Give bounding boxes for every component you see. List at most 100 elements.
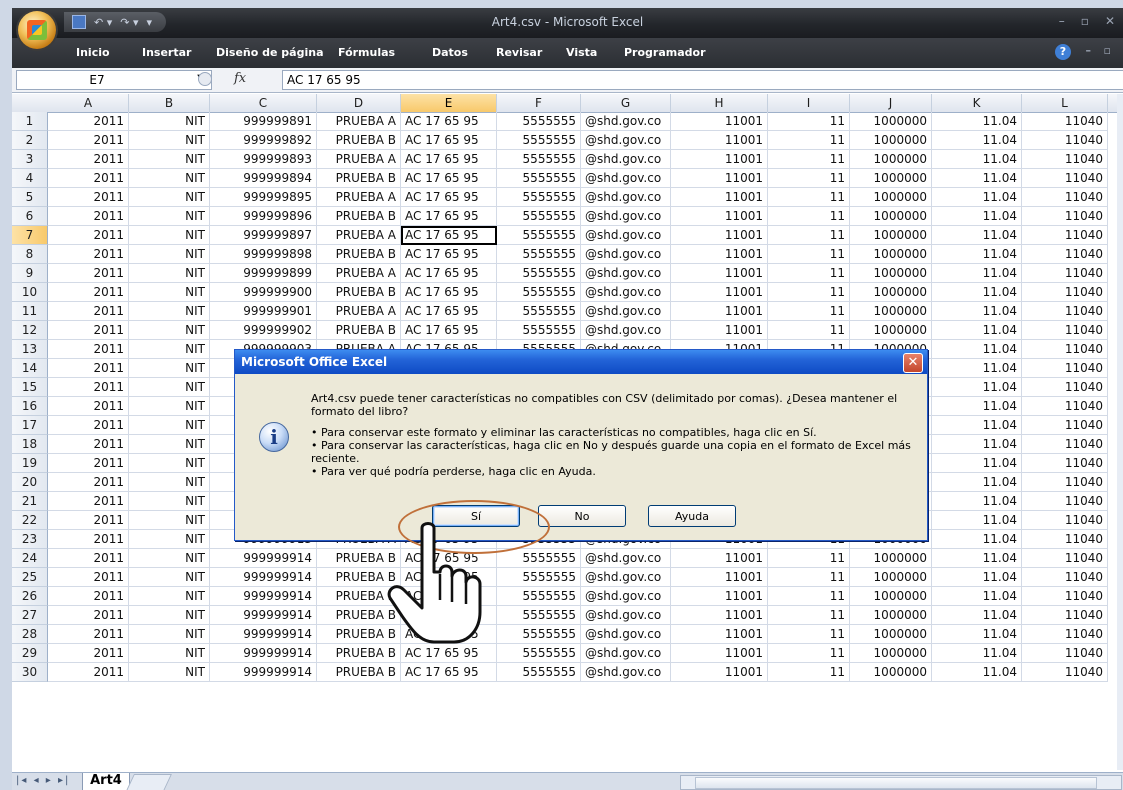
cell-i7[interactable]: 11 [768, 226, 850, 245]
row-header[interactable]: 17 [12, 416, 48, 435]
cell-e9[interactable]: AC 17 65 95 [401, 264, 497, 283]
cell-b27[interactable]: NIT [129, 606, 210, 625]
cell-k17[interactable]: 11.04 [932, 416, 1022, 435]
cell-k12[interactable]: 11.04 [932, 321, 1022, 340]
cell-i1[interactable]: 11 [768, 112, 850, 131]
cell-l7[interactable]: 11040 [1022, 226, 1108, 245]
cell-a5[interactable]: 2011 [48, 188, 129, 207]
cell-f2[interactable]: 5555555 [497, 131, 581, 150]
cell-i12[interactable]: 11 [768, 321, 850, 340]
no-button[interactable]: No [538, 505, 626, 527]
cell-j10[interactable]: 1000000 [850, 283, 932, 302]
row-header[interactable]: 13 [12, 340, 48, 359]
cell-b5[interactable]: NIT [129, 188, 210, 207]
row-header[interactable]: 30 [12, 663, 48, 682]
cell-k18[interactable]: 11.04 [932, 435, 1022, 454]
cell-g11[interactable]: @shd.gov.co [581, 302, 671, 321]
cell-a15[interactable]: 2011 [48, 378, 129, 397]
vertical-scrollbar[interactable] [1117, 94, 1123, 770]
column-header-h[interactable]: H [671, 94, 768, 112]
cell-g3[interactable]: @shd.gov.co [581, 150, 671, 169]
cell-a23[interactable]: 2011 [48, 530, 129, 549]
cell-h11[interactable]: 11001 [671, 302, 768, 321]
cell-k5[interactable]: 11.04 [932, 188, 1022, 207]
cell-h7[interactable]: 11001 [671, 226, 768, 245]
cell-h27[interactable]: 11001 [671, 606, 768, 625]
close-icon[interactable]: ✕ [903, 353, 923, 373]
cell-e5[interactable]: AC 17 65 95 [401, 188, 497, 207]
cell-k2[interactable]: 11.04 [932, 131, 1022, 150]
cell-l27[interactable]: 11040 [1022, 606, 1108, 625]
row-header[interactable]: 11 [12, 302, 48, 321]
cell-g7[interactable]: @shd.gov.co [581, 226, 671, 245]
cell-i4[interactable]: 11 [768, 169, 850, 188]
cell-g5[interactable]: @shd.gov.co [581, 188, 671, 207]
column-header-f[interactable]: F [497, 94, 581, 112]
cell-f29[interactable]: 5555555 [497, 644, 581, 663]
cell-j30[interactable]: 1000000 [850, 663, 932, 682]
cell-b28[interactable]: NIT [129, 625, 210, 644]
cell-e8[interactable]: AC 17 65 95 [401, 245, 497, 264]
cell-k28[interactable]: 11.04 [932, 625, 1022, 644]
cell-k27[interactable]: 11.04 [932, 606, 1022, 625]
close-window-icon[interactable]: ✕ [1105, 14, 1115, 28]
cell-c27[interactable]: 999999914 [210, 606, 317, 625]
cell-k29[interactable]: 11.04 [932, 644, 1022, 663]
cell-g28[interactable]: @shd.gov.co [581, 625, 671, 644]
cell-b20[interactable]: NIT [129, 473, 210, 492]
row-header[interactable]: 24 [12, 549, 48, 568]
row-header[interactable]: 20 [12, 473, 48, 492]
cell-e7[interactable]: AC 17 65 95 [401, 226, 497, 245]
cell-e11[interactable]: AC 17 65 95 [401, 302, 497, 321]
cell-j28[interactable]: 1000000 [850, 625, 932, 644]
cell-a27[interactable]: 2011 [48, 606, 129, 625]
row-header[interactable]: 5 [12, 188, 48, 207]
cell-j9[interactable]: 1000000 [850, 264, 932, 283]
cell-a20[interactable]: 2011 [48, 473, 129, 492]
sheet-tab-art4[interactable]: Art4 [82, 773, 130, 790]
cell-b19[interactable]: NIT [129, 454, 210, 473]
cell-d11[interactable]: PRUEBA A [317, 302, 401, 321]
cell-b18[interactable]: NIT [129, 435, 210, 454]
cell-b1[interactable]: NIT [129, 112, 210, 131]
cell-j1[interactable]: 1000000 [850, 112, 932, 131]
horizontal-scrollbar[interactable] [680, 775, 1122, 790]
cell-f8[interactable]: 5555555 [497, 245, 581, 264]
cell-l13[interactable]: 11040 [1022, 340, 1108, 359]
cell-f9[interactable]: 5555555 [497, 264, 581, 283]
cell-j12[interactable]: 1000000 [850, 321, 932, 340]
cell-c11[interactable]: 999999901 [210, 302, 317, 321]
cell-l23[interactable]: 11040 [1022, 530, 1108, 549]
sheet-navigation-icons[interactable]: |◂ ◂ ▸ ▸| [16, 775, 70, 786]
office-button[interactable] [18, 11, 56, 49]
tab-vista[interactable]: Vista [566, 46, 597, 59]
cell-l16[interactable]: 11040 [1022, 397, 1108, 416]
cell-j5[interactable]: 1000000 [850, 188, 932, 207]
cell-c8[interactable]: 999999898 [210, 245, 317, 264]
cell-i5[interactable]: 11 [768, 188, 850, 207]
ribbon-minimize-icon[interactable]: – [1086, 44, 1092, 57]
cell-j2[interactable]: 1000000 [850, 131, 932, 150]
tab-inicio[interactable]: Inicio [76, 46, 110, 59]
cell-a25[interactable]: 2011 [48, 568, 129, 587]
row-header[interactable]: 16 [12, 397, 48, 416]
cell-g25[interactable]: @shd.gov.co [581, 568, 671, 587]
cell-l20[interactable]: 11040 [1022, 473, 1108, 492]
cell-b17[interactable]: NIT [129, 416, 210, 435]
cell-j7[interactable]: 1000000 [850, 226, 932, 245]
insert-function-icon[interactable]: fx [234, 71, 246, 86]
tab-datos[interactable]: Datos [432, 46, 468, 59]
cell-c29[interactable]: 999999914 [210, 644, 317, 663]
cell-c10[interactable]: 999999900 [210, 283, 317, 302]
cell-i26[interactable]: 11 [768, 587, 850, 606]
cell-a21[interactable]: 2011 [48, 492, 129, 511]
cell-a9[interactable]: 2011 [48, 264, 129, 283]
cell-i24[interactable]: 11 [768, 549, 850, 568]
cell-a3[interactable]: 2011 [48, 150, 129, 169]
cell-a1[interactable]: 2011 [48, 112, 129, 131]
cell-b10[interactable]: NIT [129, 283, 210, 302]
cell-a6[interactable]: 2011 [48, 207, 129, 226]
cell-b26[interactable]: NIT [129, 587, 210, 606]
cell-f28[interactable]: 5555555 [497, 625, 581, 644]
cell-b23[interactable]: NIT [129, 530, 210, 549]
